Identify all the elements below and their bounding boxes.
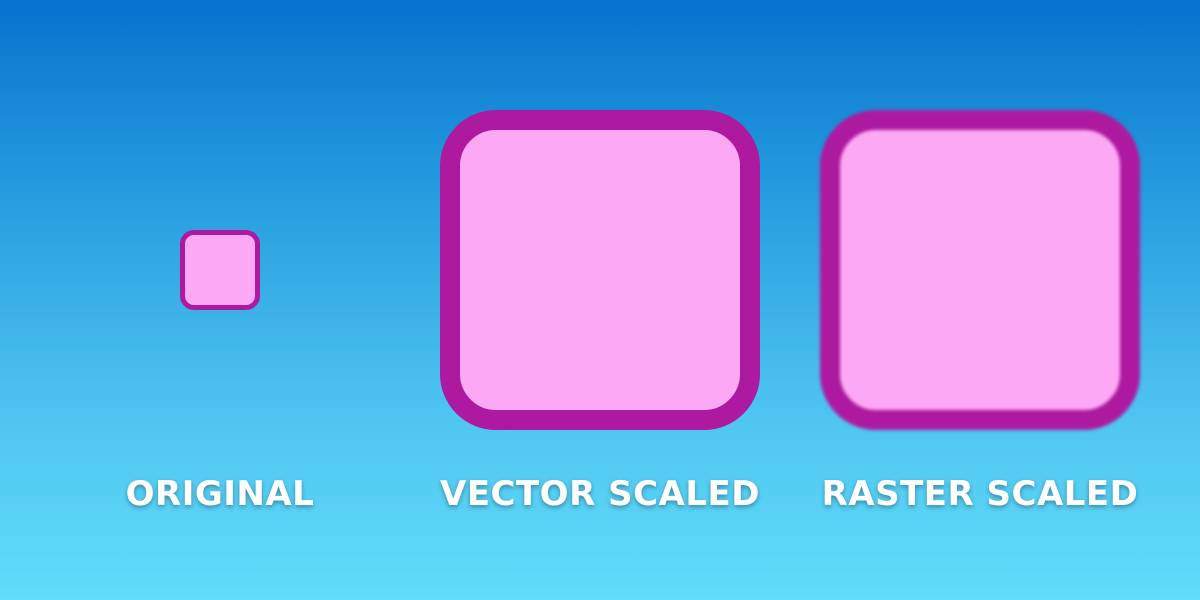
vector-scaled-label: VECTOR SCALED: [440, 474, 760, 514]
original-square: [180, 230, 260, 310]
raster-scaled-square: [820, 110, 1140, 430]
original-label: ORIGINAL: [125, 474, 315, 514]
raster-scaled-label: RASTER SCALED: [821, 474, 1139, 514]
vector-scaled-square: [440, 110, 760, 430]
diagram-canvas: ORIGINAL VECTOR SCALED RASTER SCALED: [0, 0, 1200, 600]
